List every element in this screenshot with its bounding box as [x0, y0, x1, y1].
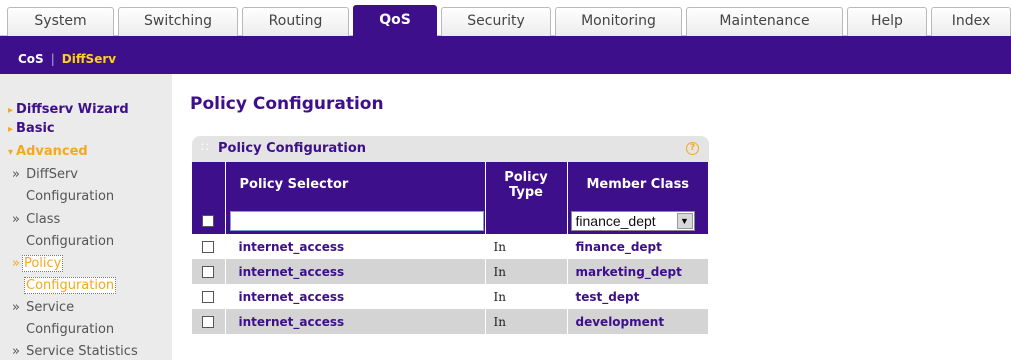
double-chevron-icon: » — [12, 300, 20, 315]
policy-configuration-panel: ∷ Policy Configuration ? Policy Selector… — [192, 136, 709, 348]
sidebar-item-label: Class — [26, 212, 61, 227]
chevron-right-icon: ▸ — [8, 105, 14, 116]
help-icon[interactable]: ? — [686, 142, 699, 155]
sidebar-item-class-configuration[interactable]: » Class Configuration — [12, 209, 114, 253]
policy-table: Policy Selector Policy Type Member Class… — [192, 162, 709, 334]
sub-nav-bar: CoS | DiffServ — [0, 36, 1011, 74]
tab-switching[interactable]: Switching — [118, 7, 238, 36]
row-checkbox[interactable] — [202, 266, 215, 278]
sidebar-item-service-configuration[interactable]: » Service Configuration — [12, 297, 114, 341]
policy-type-header-line1: Policy — [504, 169, 548, 185]
subnav-diffserv-link[interactable]: DiffServ — [62, 52, 116, 66]
table-row: internet_access In marketing_dept — [192, 259, 709, 284]
sub-nav-items: CoS | DiffServ — [18, 52, 116, 66]
sidebar-item-label: Policy — [21, 255, 64, 272]
policy-selector-cell[interactable]: internet_access — [225, 309, 486, 334]
dropdown-arrow-icon[interactable]: ▼ — [676, 212, 693, 229]
policy-type-cell: In — [485, 259, 568, 284]
chevron-down-icon: ▾ — [8, 147, 14, 158]
sidebar-item-label: Configuration — [26, 322, 115, 337]
double-chevron-icon: » — [12, 344, 20, 359]
sidebar-item-label: Configuration — [26, 234, 115, 249]
tab-system[interactable]: System — [7, 7, 114, 36]
tab-monitoring[interactable]: Monitoring — [555, 7, 682, 36]
top-tab-bar: System Switching Routing QoS Security Mo… — [0, 0, 1011, 36]
panel-title: Policy Configuration — [218, 141, 367, 156]
policy-type-cell: In — [485, 284, 568, 309]
row-checkbox[interactable] — [202, 241, 215, 253]
member-class-cell[interactable]: test_dept — [567, 284, 709, 309]
tab-maintenance[interactable]: Maintenance — [686, 7, 843, 36]
subnav-separator: | — [50, 52, 55, 66]
policy-selector-cell[interactable]: internet_access — [225, 234, 486, 259]
member-class-select[interactable]: finance_dept ▼ — [570, 210, 695, 231]
sidebar-item-policy-configuration[interactable]: » Policy Configuration — [12, 253, 117, 297]
policy-selector-header: Policy Selector — [225, 162, 486, 207]
row-checkbox[interactable] — [202, 316, 215, 328]
sidebar-item-label: Basic — [16, 121, 55, 136]
policy-type-header: Policy Type — [485, 162, 568, 207]
row-checkbox[interactable] — [202, 291, 215, 303]
tab-routing[interactable]: Routing — [242, 7, 349, 36]
member-class-cell[interactable]: marketing_dept — [567, 259, 709, 284]
edit-row: finance_dept ▼ — [192, 207, 709, 234]
policy-selector-input[interactable] — [229, 210, 484, 231]
double-chevron-icon: » — [12, 256, 20, 271]
tab-help[interactable]: Help — [847, 7, 927, 36]
policy-type-cell: In — [485, 309, 568, 334]
sidebar-item-label: Configuration — [24, 277, 117, 294]
table-row: internet_access In finance_dept — [192, 234, 709, 259]
policy-selector-cell[interactable]: internet_access — [225, 259, 486, 284]
policy-type-edit-cell — [485, 207, 568, 234]
double-chevron-icon: » — [12, 167, 20, 182]
sidebar-item-label: DiffServ — [26, 167, 78, 182]
sidebar-item-label: Service — [26, 300, 75, 315]
sidebar-item-basic[interactable]: ▸ Basic — [8, 121, 55, 136]
sidebar-item-label: Service Statistics — [26, 344, 138, 359]
select-column-header — [192, 162, 226, 207]
sidebar-item-diffserv-configuration[interactable]: » DiffServ Configuration — [12, 164, 114, 208]
main-content: Policy Configuration ∷ Policy Configurat… — [172, 74, 1011, 360]
table-header-row: Policy Selector Policy Type Member Class — [192, 162, 709, 207]
sidebar-item-service-statistics[interactable]: » Service Statistics — [12, 341, 138, 360]
table-row: internet_access In development — [192, 309, 709, 334]
member-class-cell[interactable]: development — [567, 309, 709, 334]
policy-selector-cell[interactable]: internet_access — [225, 284, 486, 309]
subnav-cos-link[interactable]: CoS — [18, 52, 44, 66]
tab-security[interactable]: Security — [441, 7, 551, 36]
policy-type-header-line2: Type — [509, 184, 543, 200]
sidebar-item-label: Diffserv Wizard — [16, 102, 129, 117]
panel-header: ∷ Policy Configuration ? — [192, 136, 709, 162]
sidebar-item-label: Advanced — [16, 144, 88, 159]
tab-qos[interactable]: QoS — [353, 5, 437, 36]
page-title: Policy Configuration — [190, 94, 384, 114]
policy-type-cell: In — [485, 234, 568, 259]
member-class-header: Member Class — [567, 162, 709, 207]
chevron-right-icon: ▸ — [8, 124, 14, 135]
sidebar-item-label: Configuration — [26, 189, 115, 204]
table-row: internet_access In test_dept — [192, 284, 709, 309]
sidebar: ▸ Diffserv Wizard ▸ Basic ▾ Advanced » Diff… — [0, 74, 172, 360]
member-class-select-value: finance_dept — [575, 212, 656, 229]
tab-index[interactable]: Index — [931, 7, 1011, 36]
grip-icon: ∷ — [201, 140, 210, 154]
sidebar-item-diffserv-wizard[interactable]: ▸ Diffserv Wizard — [8, 102, 129, 117]
sidebar-item-advanced[interactable]: ▾ Advanced — [8, 144, 88, 159]
double-chevron-icon: » — [12, 212, 20, 227]
select-all-checkbox[interactable] — [202, 215, 215, 227]
member-class-cell[interactable]: finance_dept — [567, 234, 709, 259]
